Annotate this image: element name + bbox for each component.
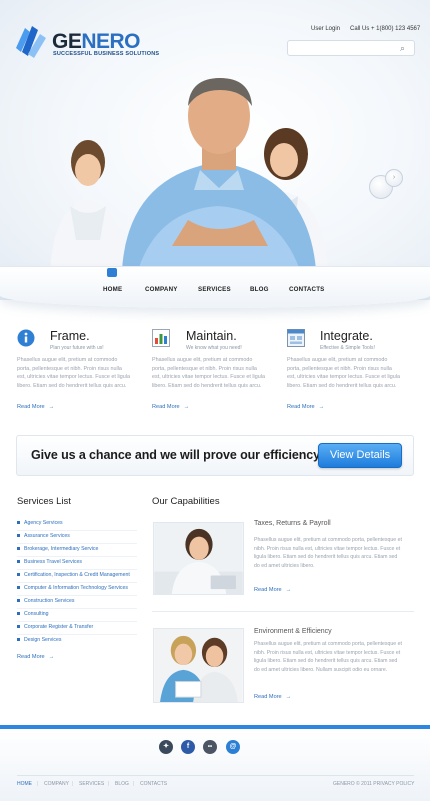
bullet-icon [17, 521, 20, 525]
active-nav-marker [107, 268, 117, 277]
capabilities-heading: Our Capabilities [152, 496, 220, 507]
arrow-right-icon: → [183, 404, 190, 410]
view-details-button[interactable]: View Details [318, 443, 402, 468]
capability-photo-woman-laptop[interactable] [153, 522, 244, 595]
services-list-heading: Services List [17, 496, 71, 507]
arrow-right-icon: → [48, 654, 55, 660]
footer-link-home[interactable]: HOME [17, 781, 32, 787]
bullet-icon [17, 573, 20, 577]
divider [17, 634, 137, 635]
footer-separator: | [72, 781, 74, 787]
footer-link-blog[interactable]: BLOG [115, 781, 129, 787]
service-link[interactable]: Construction Services [17, 598, 74, 604]
window-icon [287, 329, 305, 347]
logo-icon [16, 26, 46, 58]
footer-separator: | [133, 781, 135, 787]
feature-subtitle: We know what you need! [186, 345, 242, 351]
divider [17, 595, 137, 596]
capability-text: Phasellus augue elit, pretium at commodo… [254, 537, 402, 569]
feature-text: Phasellus augue elit, pretium at commodo… [152, 357, 265, 389]
footer-separator: | [108, 781, 110, 787]
service-link[interactable]: Certification, Inspection & Credit Manag… [17, 572, 130, 578]
feature-text: Phasellus augue elit, pretium at commodo… [287, 357, 400, 389]
info-icon [17, 329, 35, 347]
footer-separator: | [37, 781, 39, 787]
feature-subtitle: Effective & Simple Tools! [320, 345, 375, 351]
bullet-icon [17, 638, 20, 642]
arrow-right-icon: → [48, 404, 55, 410]
user-login-link[interactable]: User Login [311, 26, 340, 32]
feature-subtitle: Plan your future with us! [50, 345, 104, 351]
bullet-icon [17, 612, 20, 616]
nav-blog[interactable]: BLOG [250, 286, 269, 293]
read-more-link[interactable]: Read More → [17, 404, 54, 410]
bullet-icon [17, 560, 20, 564]
bullet-icon [17, 625, 20, 629]
footer-link-services[interactable]: SERVICES [79, 781, 104, 787]
divider [17, 569, 137, 570]
hero-person-center [122, 78, 316, 270]
delicious-icon[interactable]: ✦ [159, 740, 173, 754]
divider [17, 543, 137, 544]
service-link[interactable]: Computer & Information Technology Servic… [17, 585, 128, 591]
nav-services[interactable]: SERVICES [198, 286, 231, 293]
bullet-icon [17, 547, 20, 551]
logo-tagline: SUCCESSFUL BUSINESS SOLUTIONS [53, 51, 160, 57]
search-icon[interactable]: ⌕ [400, 43, 405, 54]
service-link[interactable]: Design Services [17, 637, 61, 643]
footer [0, 729, 430, 801]
promo-text: Give us a chance and we will prove our e… [31, 448, 325, 462]
phone-number: Call Us + 1(800) 123 4567 [350, 26, 421, 32]
divider [152, 611, 414, 612]
read-more-link[interactable]: Read More → [287, 404, 324, 410]
service-link[interactable]: Corporate Register & Transfer [17, 624, 93, 630]
divider [17, 608, 137, 609]
service-link[interactable]: Assurance Services [17, 533, 70, 539]
divider [17, 621, 137, 622]
nav-home[interactable]: HOME [103, 286, 122, 293]
arrow-right-icon: → [318, 404, 325, 410]
footer-link-company[interactable]: COMPANY [44, 781, 69, 787]
capability-photo-two-women[interactable] [153, 628, 244, 703]
flickr-icon[interactable]: •• [203, 740, 217, 754]
divider [17, 775, 414, 776]
footer-link-contacts[interactable]: CONTACTS [140, 781, 167, 787]
nav-company[interactable]: COMPANY [145, 286, 178, 293]
bullet-icon [17, 586, 20, 590]
facebook-icon[interactable]: f [181, 740, 195, 754]
divider [17, 530, 137, 531]
capability-title: Taxes, Returns & Payroll [254, 520, 331, 527]
copyright-text: GENERO © 2011 PRIVACY POLICY [333, 781, 415, 787]
capability-title: Environment & Efficiency [254, 628, 332, 635]
chart-icon [152, 329, 170, 347]
service-link[interactable]: Agency Services [17, 520, 63, 526]
globe-icon[interactable]: @ [226, 740, 240, 754]
search-input[interactable] [287, 40, 415, 56]
service-link[interactable]: Brokerage, Intermediary Service [17, 546, 98, 552]
read-more-link[interactable]: Read More → [254, 694, 291, 700]
divider [17, 556, 137, 557]
capability-text: Phasellus augue elit, pretium at commodo… [254, 641, 402, 673]
nav-contacts[interactable]: CONTACTS [289, 286, 325, 293]
service-link[interactable]: Consulting [17, 611, 49, 617]
feature-text: Phasellus augue elit, pretium at commodo… [17, 357, 130, 389]
header: GENERO SUCCESSFUL BUSINESS SOLUTIONS Use… [0, 0, 430, 300]
slider-next-button[interactable]: › [385, 169, 403, 187]
read-more-link[interactable]: Read More → [152, 404, 189, 410]
bullet-icon [17, 534, 20, 538]
read-more-link[interactable]: Read More → [254, 587, 291, 593]
service-link[interactable]: Business Travel Services [17, 559, 82, 565]
bullet-icon [17, 599, 20, 603]
feature-title-maintain: Maintain. [186, 329, 237, 343]
arrow-right-icon: → [285, 694, 292, 700]
services-read-more-link[interactable]: Read More → [17, 654, 54, 660]
divider [17, 582, 137, 583]
feature-title-frame: Frame. [50, 329, 90, 343]
feature-title-integrate: Integrate. [320, 329, 373, 343]
arrow-right-icon: → [285, 587, 292, 593]
